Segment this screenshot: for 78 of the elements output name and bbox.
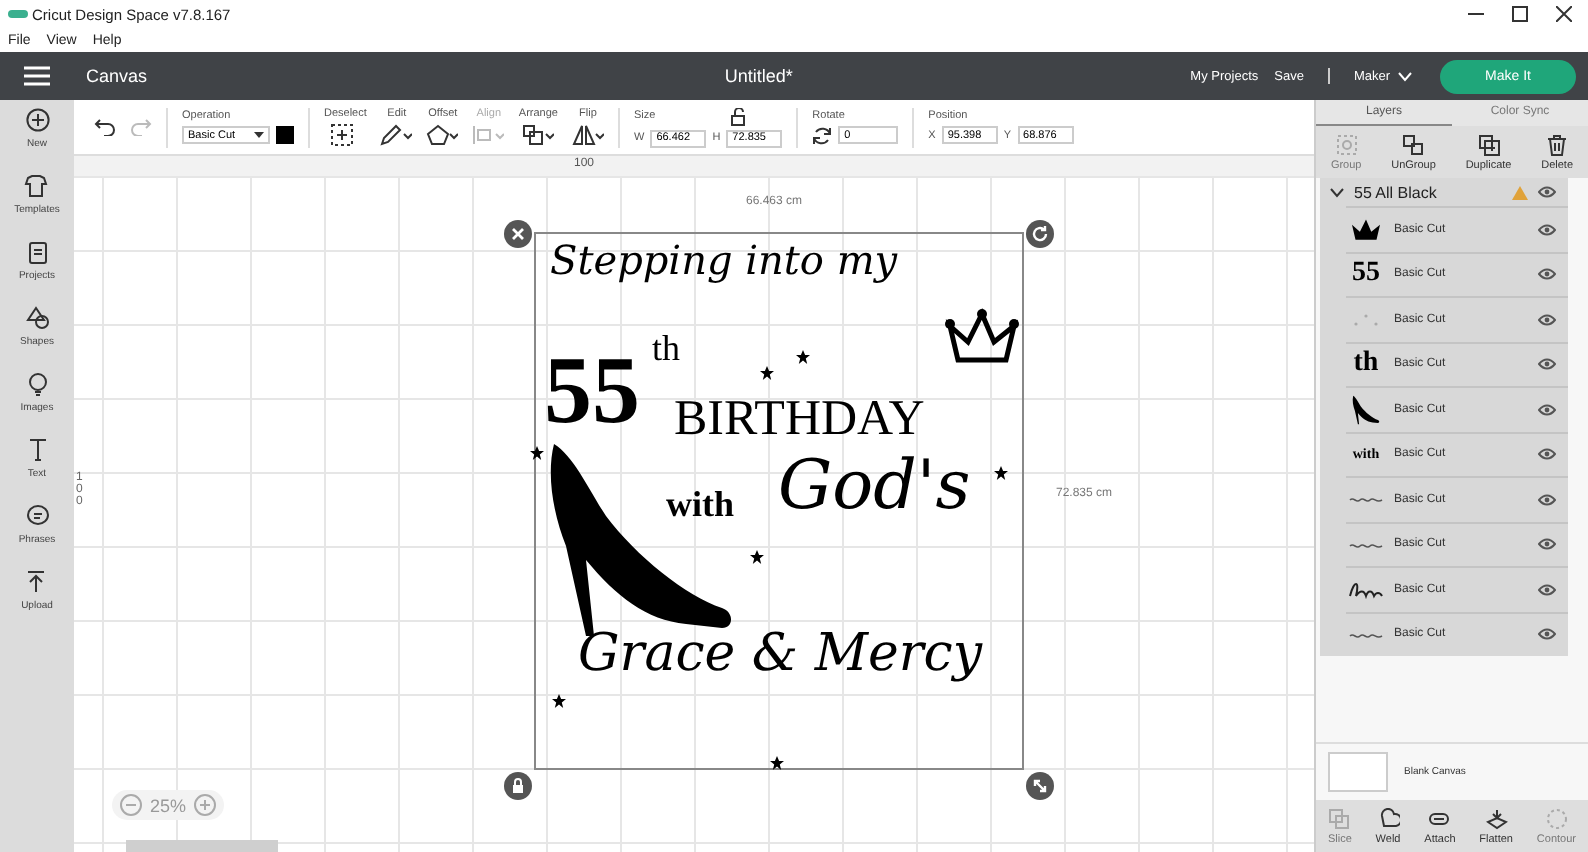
align-icon	[472, 124, 505, 146]
maximize-icon[interactable]	[1512, 6, 1528, 22]
speech-bubble-icon	[25, 504, 49, 528]
lettering-icon	[1348, 539, 1384, 550]
design-text: Stepping into my	[550, 240, 898, 280]
caret-icon	[254, 132, 264, 138]
eye-icon[interactable]	[1538, 358, 1556, 371]
design-text: with	[666, 486, 735, 522]
chevron-icon	[1398, 71, 1413, 81]
ungroup-icon	[1402, 133, 1425, 155]
star-icon	[552, 694, 566, 708]
layer-thumbnail-text: th	[1353, 348, 1379, 381]
eye-icon[interactable]	[1538, 493, 1556, 506]
delete-icon	[1546, 133, 1569, 155]
lettering-icon	[1348, 494, 1384, 505]
group-name[interactable]: 55 All Black	[1354, 183, 1502, 201]
shapes-icon	[25, 306, 49, 330]
scrollbar-thumb[interactable]	[126, 840, 278, 852]
close-handle-icon[interactable]	[504, 220, 532, 248]
shirt-icon	[24, 174, 49, 198]
lettering-icon	[1348, 629, 1384, 640]
clipboard-icon	[25, 240, 49, 264]
eye-icon[interactable]	[1538, 223, 1556, 236]
resize-handle-icon[interactable]	[1026, 772, 1054, 800]
script-lettering-icon	[1348, 579, 1384, 600]
close-icon[interactable]	[1556, 6, 1572, 22]
app-logo-icon	[8, 10, 28, 18]
undo-icon[interactable]	[94, 118, 116, 136]
menu-icon[interactable]	[24, 66, 50, 86]
stack-icon	[522, 124, 555, 146]
contour-icon	[1545, 807, 1568, 829]
star-icon	[796, 350, 810, 364]
pencil-icon	[380, 124, 413, 146]
eye-icon[interactable]	[1538, 186, 1556, 198]
weld-icon	[1377, 807, 1400, 829]
lock-handle-icon[interactable]	[504, 772, 532, 800]
design-text: th	[652, 330, 681, 366]
flip-icon	[571, 124, 604, 146]
star-icon	[770, 756, 784, 770]
offset-icon	[426, 124, 459, 146]
lightbulb-icon	[25, 372, 49, 396]
star-icon	[530, 446, 544, 460]
duplicate-icon	[1477, 133, 1500, 155]
star-icon	[750, 550, 764, 564]
eye-icon[interactable]	[1538, 628, 1556, 641]
group-icon	[1335, 133, 1358, 155]
lock-icon[interactable]	[729, 107, 746, 125]
design-text: Grace & Mercy	[578, 628, 983, 680]
attach-icon	[1428, 807, 1451, 829]
design-text: BIRTHDAY	[674, 394, 925, 444]
plus-icon	[25, 108, 49, 132]
chevron-icon[interactable]	[1330, 187, 1344, 197]
eye-icon[interactable]	[1538, 583, 1556, 596]
star-icon	[994, 466, 1008, 480]
header-title: Canvas	[86, 66, 148, 86]
design-text: God's	[778, 452, 971, 520]
crown-icon	[1348, 215, 1384, 244]
layer-thumbnail-text: 55	[1352, 258, 1380, 291]
rotate-handle-icon[interactable]	[1026, 220, 1054, 248]
eye-icon[interactable]	[1538, 268, 1556, 281]
speck-icon	[1352, 311, 1380, 328]
design-text: 55	[544, 344, 640, 440]
star-icon	[760, 366, 774, 380]
selection-box[interactable]	[534, 232, 1024, 770]
flatten-icon	[1485, 807, 1508, 829]
eye-icon[interactable]	[1538, 403, 1556, 416]
rotate-icon	[812, 125, 833, 145]
color-swatch[interactable]	[276, 126, 294, 144]
upload-icon	[24, 570, 49, 594]
blank-canvas-swatch[interactable]	[1328, 752, 1388, 792]
text-icon	[25, 438, 49, 462]
high-heel-shoe-icon	[1352, 393, 1380, 426]
zoom-level: 25%	[150, 795, 187, 815]
eye-icon[interactable]	[1538, 448, 1556, 461]
document-title: Untitled*	[724, 66, 793, 86]
eye-icon[interactable]	[1538, 313, 1556, 326]
eye-icon[interactable]	[1538, 538, 1556, 551]
slice-icon	[1328, 807, 1351, 829]
